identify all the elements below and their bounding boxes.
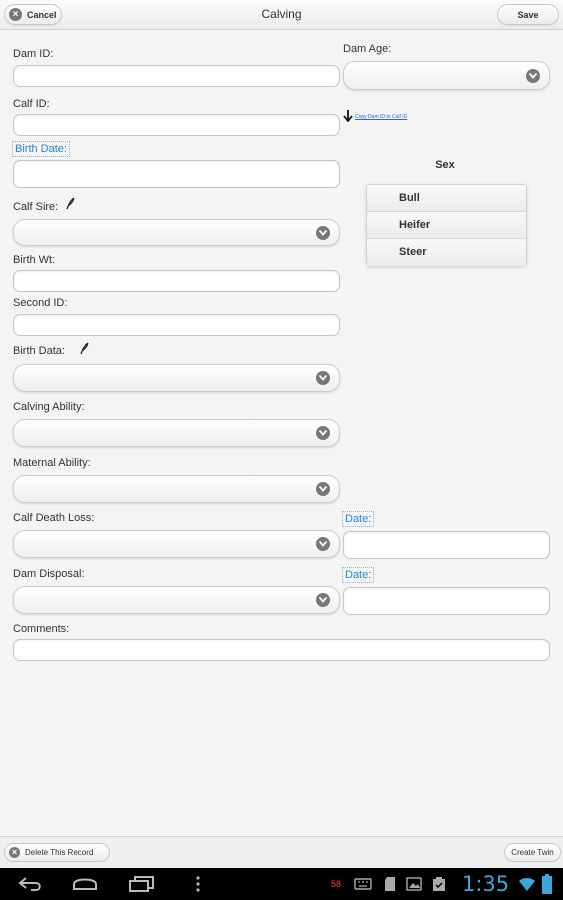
dam-age-select[interactable]: [343, 61, 550, 90]
birth-date-field[interactable]: [13, 160, 340, 188]
delete-record-label: Delete This Record: [25, 848, 94, 857]
chevron-down-icon: [316, 225, 330, 240]
comments-label: Comments:: [13, 623, 70, 635]
bottom-bar: × Delete This Record Create Twin: [0, 836, 563, 868]
chevron-down-icon: [316, 482, 330, 496]
second-id-label: Second ID:: [13, 297, 68, 309]
gallery-icon: [406, 877, 422, 891]
chevron-down-icon: [316, 537, 330, 551]
wifi-icon: [519, 878, 535, 891]
calf-id-field[interactable]: [13, 114, 340, 136]
battery-icon: [542, 874, 552, 894]
chevron-down-icon: [316, 426, 330, 440]
delete-record-button[interactable]: × Delete This Record: [4, 843, 110, 862]
feather-pen-icon[interactable]: [64, 197, 76, 211]
calving-ability-label: Calving Ability:: [13, 401, 85, 413]
birth-wt-field[interactable]: [13, 270, 340, 292]
dam-disposal-label: Dam Disposal:: [13, 568, 85, 580]
close-icon: ×: [9, 847, 20, 858]
recent-apps-icon[interactable]: [129, 876, 155, 892]
system-bar: 58 1:35: [0, 868, 563, 900]
sex-option-steer[interactable]: Steer: [367, 239, 526, 266]
calf-death-date-field[interactable]: [343, 531, 550, 559]
maternal-ability-select[interactable]: [13, 475, 340, 503]
clock: 1:35: [462, 872, 510, 896]
calf-sire-label: Calf Sire:: [13, 201, 59, 213]
birth-data-select[interactable]: [13, 364, 340, 392]
dam-disposal-date-label[interactable]: Date:: [342, 567, 375, 583]
arrow-down-icon: [343, 110, 353, 122]
birth-wt-label: Birth Wt:: [13, 254, 56, 266]
menu-icon[interactable]: [195, 876, 201, 892]
sd-card-icon: [385, 877, 395, 891]
chevron-down-icon: [316, 371, 330, 385]
dam-id-field[interactable]: [13, 65, 340, 87]
notification-badge: 58: [331, 879, 342, 889]
copy-dam-id-label: Copy Dam ID to Calf ID: [355, 114, 408, 120]
sex-option-bull[interactable]: Bull: [367, 185, 526, 212]
maternal-ability-label: Maternal Ability:: [13, 457, 91, 469]
keyboard-icon: [354, 878, 372, 890]
calf-death-loss-label: Calf Death Loss:: [13, 512, 95, 524]
sex-options-list: Bull Heifer Steer: [366, 184, 527, 266]
save-button[interactable]: Save: [497, 4, 559, 25]
clipboard-icon: [433, 877, 445, 891]
calving-ability-select[interactable]: [13, 419, 340, 447]
dam-disposal-date-field[interactable]: [343, 587, 550, 615]
sex-title: Sex: [435, 159, 455, 171]
dam-age-label: Dam Age:: [343, 43, 392, 55]
birth-data-label: Birth Data:: [13, 345, 65, 357]
feather-pen-icon[interactable]: [78, 342, 90, 356]
calf-death-date-label[interactable]: Date:: [342, 511, 375, 527]
calf-sire-select[interactable]: [13, 219, 340, 246]
copy-dam-id-link[interactable]: Copy Dam ID to Calf ID: [343, 110, 407, 122]
back-icon[interactable]: [17, 877, 43, 891]
sex-option-heifer[interactable]: Heifer: [367, 212, 526, 239]
create-twin-button[interactable]: Create Twin: [504, 843, 561, 862]
comments-field[interactable]: [13, 639, 550, 661]
dam-disposal-select[interactable]: [13, 586, 340, 614]
chevron-down-icon: [316, 593, 330, 607]
dam-id-label: Dam ID:: [13, 48, 54, 60]
action-bar: × Cancel Calving Save: [0, 0, 563, 30]
calf-death-loss-select[interactable]: [13, 530, 340, 558]
calf-id-label: Calf ID:: [13, 98, 50, 110]
home-icon[interactable]: [72, 877, 98, 891]
chevron-down-icon: [526, 68, 540, 83]
birth-date-label[interactable]: Birth Date:: [12, 141, 70, 157]
second-id-field[interactable]: [13, 314, 340, 336]
page-title: Calving: [261, 7, 302, 21]
